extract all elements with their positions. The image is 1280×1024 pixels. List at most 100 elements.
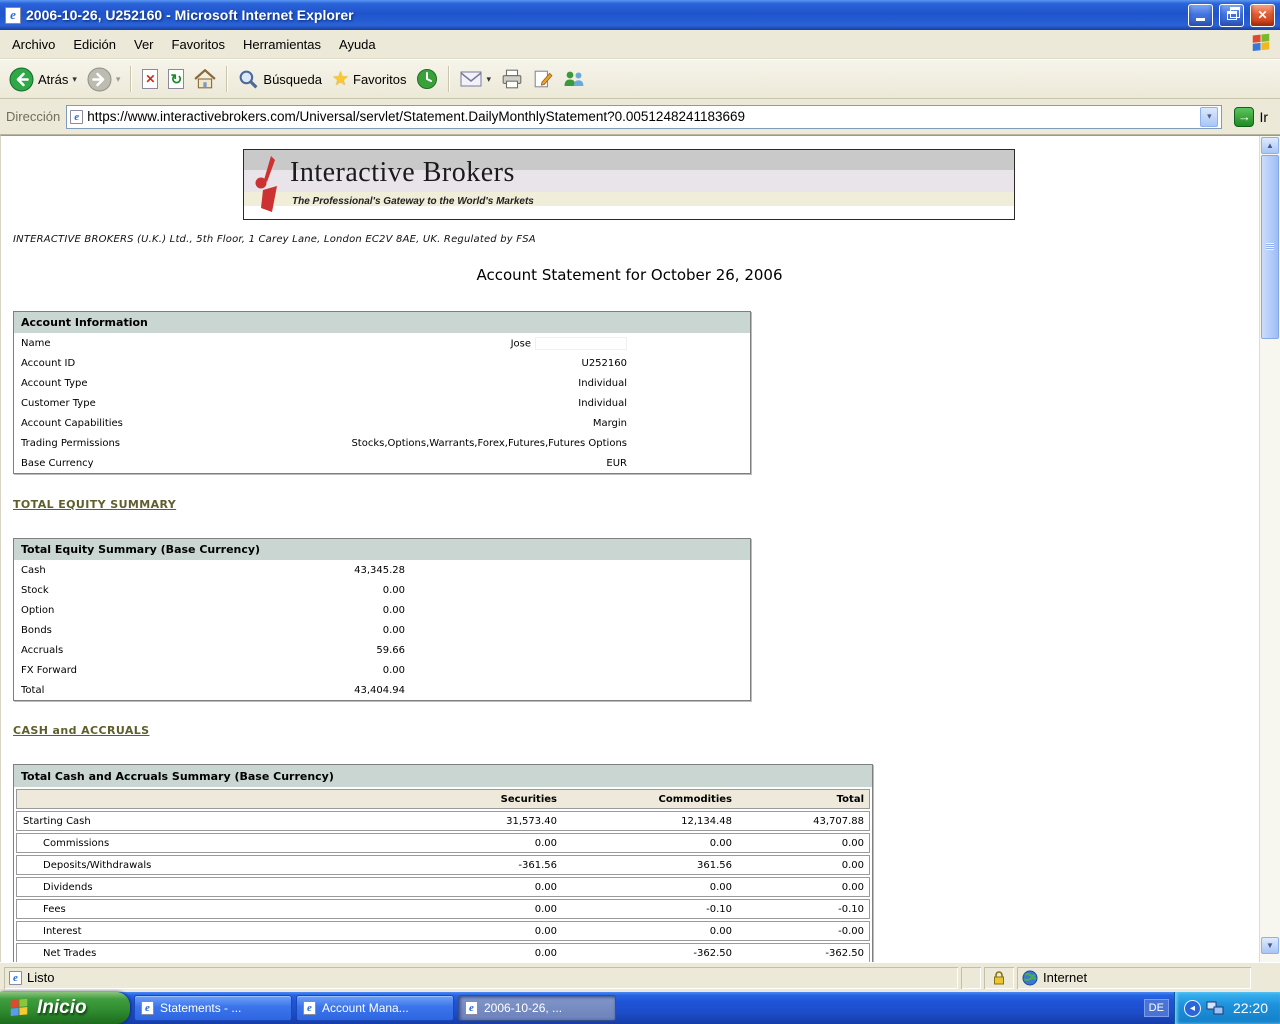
row-label: Interest <box>43 925 82 937</box>
back-dropdown-icon[interactable]: ▾ <box>72 74 77 85</box>
menu-archivo[interactable]: Archivo <box>3 33 64 56</box>
total-equity-summary-link[interactable]: TOTAL EQUITY SUMMARY <box>13 498 176 511</box>
scroll-up-button[interactable]: ▲ <box>1261 137 1279 154</box>
table-row: Stock 0.00 <box>14 580 750 600</box>
tray-panel: ◂ 22:20 <box>1173 992 1280 1024</box>
row-label: Account Type <box>21 377 88 389</box>
taskbar-task-account-management[interactable]: e Account Mana... <box>296 995 454 1021</box>
browser-viewport: Interactive Brokers The Professional's G… <box>0 135 1280 962</box>
row-label: Cash <box>21 564 46 576</box>
scrollbar-thumb[interactable] <box>1261 155 1279 339</box>
go-label: Ir <box>1259 108 1268 125</box>
column-commodities: Commodities <box>658 793 732 805</box>
task-label: 2006-10-26, ... <box>484 1001 563 1015</box>
row-label: Commissions <box>43 837 110 849</box>
row-value: 0.00 <box>382 624 405 636</box>
address-dropdown-button[interactable]: ▾ <box>1200 106 1219 127</box>
restore-button[interactable] <box>1219 3 1244 27</box>
hide-icons-chevron-icon[interactable]: ◂ <box>1183 999 1201 1017</box>
address-bar: Dirección e https://www.interactivebroke… <box>0 99 1280 135</box>
interactive-brokers-banner: Interactive Brokers The Professional's G… <box>243 149 1015 220</box>
vertical-scrollbar[interactable]: ▲ ▼ <box>1259 136 1280 962</box>
address-input[interactable]: e https://www.interactivebrokers.com/Uni… <box>66 104 1223 129</box>
history-button[interactable] <box>411 65 443 93</box>
table-row: Commissions 0.00 0.00 0.00 <box>16 833 870 853</box>
table-header: Account Information <box>14 312 750 333</box>
ie-page-icon: e <box>141 1001 154 1015</box>
ie-page-icon: e <box>303 1001 316 1015</box>
menu-favoritos[interactable]: Favoritos <box>163 33 234 56</box>
edit-button[interactable] <box>528 66 558 92</box>
search-icon <box>239 70 258 88</box>
favorites-label: Favoritos <box>353 71 407 87</box>
row-label: Base Currency <box>21 457 94 469</box>
taskbar: Inicio e Statements - ... e Account Mana… <box>0 992 1280 1024</box>
zone-label: Internet <box>1043 970 1088 985</box>
refresh-button[interactable]: ↻ <box>163 66 189 92</box>
stop-button[interactable]: ✕ <box>137 66 163 92</box>
cash-and-accruals-link[interactable]: CASH and ACCRUALS <box>13 724 149 737</box>
row-value: 59.66 <box>376 644 405 656</box>
row-value: Individual <box>578 377 627 389</box>
row-label: Accruals <box>21 644 64 656</box>
row-label: Dividends <box>43 881 93 893</box>
address-label: Dirección <box>6 109 61 124</box>
row-value: Individual <box>578 397 627 409</box>
resize-corner <box>1254 967 1276 989</box>
brand-name: Interactive Brokers <box>290 157 515 188</box>
table-row: Cash 43,345.28 <box>14 560 750 580</box>
menu-edicion[interactable]: Edición <box>64 33 125 56</box>
task-label: Statements - ... <box>160 1001 242 1015</box>
mail-button[interactable]: ▾ <box>455 68 496 90</box>
edit-icon <box>534 70 553 88</box>
back-button[interactable]: Atrás ▾ <box>4 64 82 95</box>
home-button[interactable] <box>189 66 221 92</box>
security-zone-panel: Internet <box>1017 967 1251 989</box>
interactive-brokers-logo-icon <box>254 156 284 219</box>
taskbar-task-statement-active[interactable]: e 2006-10-26, ... <box>458 995 616 1021</box>
search-button[interactable]: Búsqueda <box>233 66 327 93</box>
row-label: Fees <box>43 903 66 915</box>
messenger-icon <box>564 71 584 86</box>
table-row: Option 0.00 <box>14 600 750 620</box>
row-value: 0.00 <box>382 584 405 596</box>
print-button[interactable] <box>496 66 528 92</box>
row-value: 43,345.28 <box>354 564 405 576</box>
account-information-table: Account Information Name Jose Account ID… <box>13 311 751 474</box>
go-button[interactable]: → Ir <box>1228 105 1274 129</box>
taskbar-task-statements[interactable]: e Statements - ... <box>134 995 292 1021</box>
row-label: Trading Permissions <box>21 437 121 449</box>
menu-herramientas[interactable]: Herramientas <box>234 33 330 56</box>
row-label: Bonds <box>21 624 52 636</box>
close-button[interactable]: ✕ <box>1250 3 1275 27</box>
statement-title: Account Statement for October 26, 2006 <box>476 266 783 284</box>
menu-ver[interactable]: Ver <box>125 33 163 56</box>
ie-page-icon: e <box>9 970 22 985</box>
restore-icon <box>1226 6 1240 20</box>
forward-button[interactable]: ▾ <box>82 64 126 95</box>
scroll-down-button[interactable]: ▼ <box>1261 937 1279 954</box>
table-row: Account ID U252160 <box>14 353 750 373</box>
mail-dropdown-icon[interactable]: ▾ <box>486 74 491 85</box>
network-icon[interactable] <box>1206 1001 1224 1015</box>
table-header: Total Equity Summary (Base Currency) <box>14 539 750 560</box>
table-header: Total Cash and Accruals Summary (Base Cu… <box>14 765 872 787</box>
status-panel <box>961 967 981 989</box>
messenger-button[interactable] <box>558 67 590 91</box>
favorites-button[interactable]: ★ Favoritos <box>327 65 412 94</box>
stop-icon: ✕ <box>142 69 159 89</box>
start-button[interactable]: Inicio <box>0 992 130 1024</box>
ie-page-icon: e <box>70 109 84 124</box>
table-row: Bonds 0.00 <box>14 620 750 640</box>
close-icon: ✕ <box>1257 8 1268 22</box>
language-indicator[interactable]: DE <box>1143 999 1169 1017</box>
security-panel <box>984 967 1014 989</box>
favorites-star-icon: ★ <box>331 68 350 90</box>
minimize-button[interactable] <box>1188 3 1213 27</box>
row-label: Total <box>21 684 45 696</box>
search-label: Búsqueda <box>263 71 322 87</box>
forward-dropdown-icon[interactable]: ▾ <box>116 74 121 85</box>
row-label: Stock <box>21 584 49 596</box>
menu-ayuda[interactable]: Ayuda <box>330 33 385 56</box>
title-bar: e 2006-10-26, U252160 - Microsoft Intern… <box>0 0 1280 30</box>
